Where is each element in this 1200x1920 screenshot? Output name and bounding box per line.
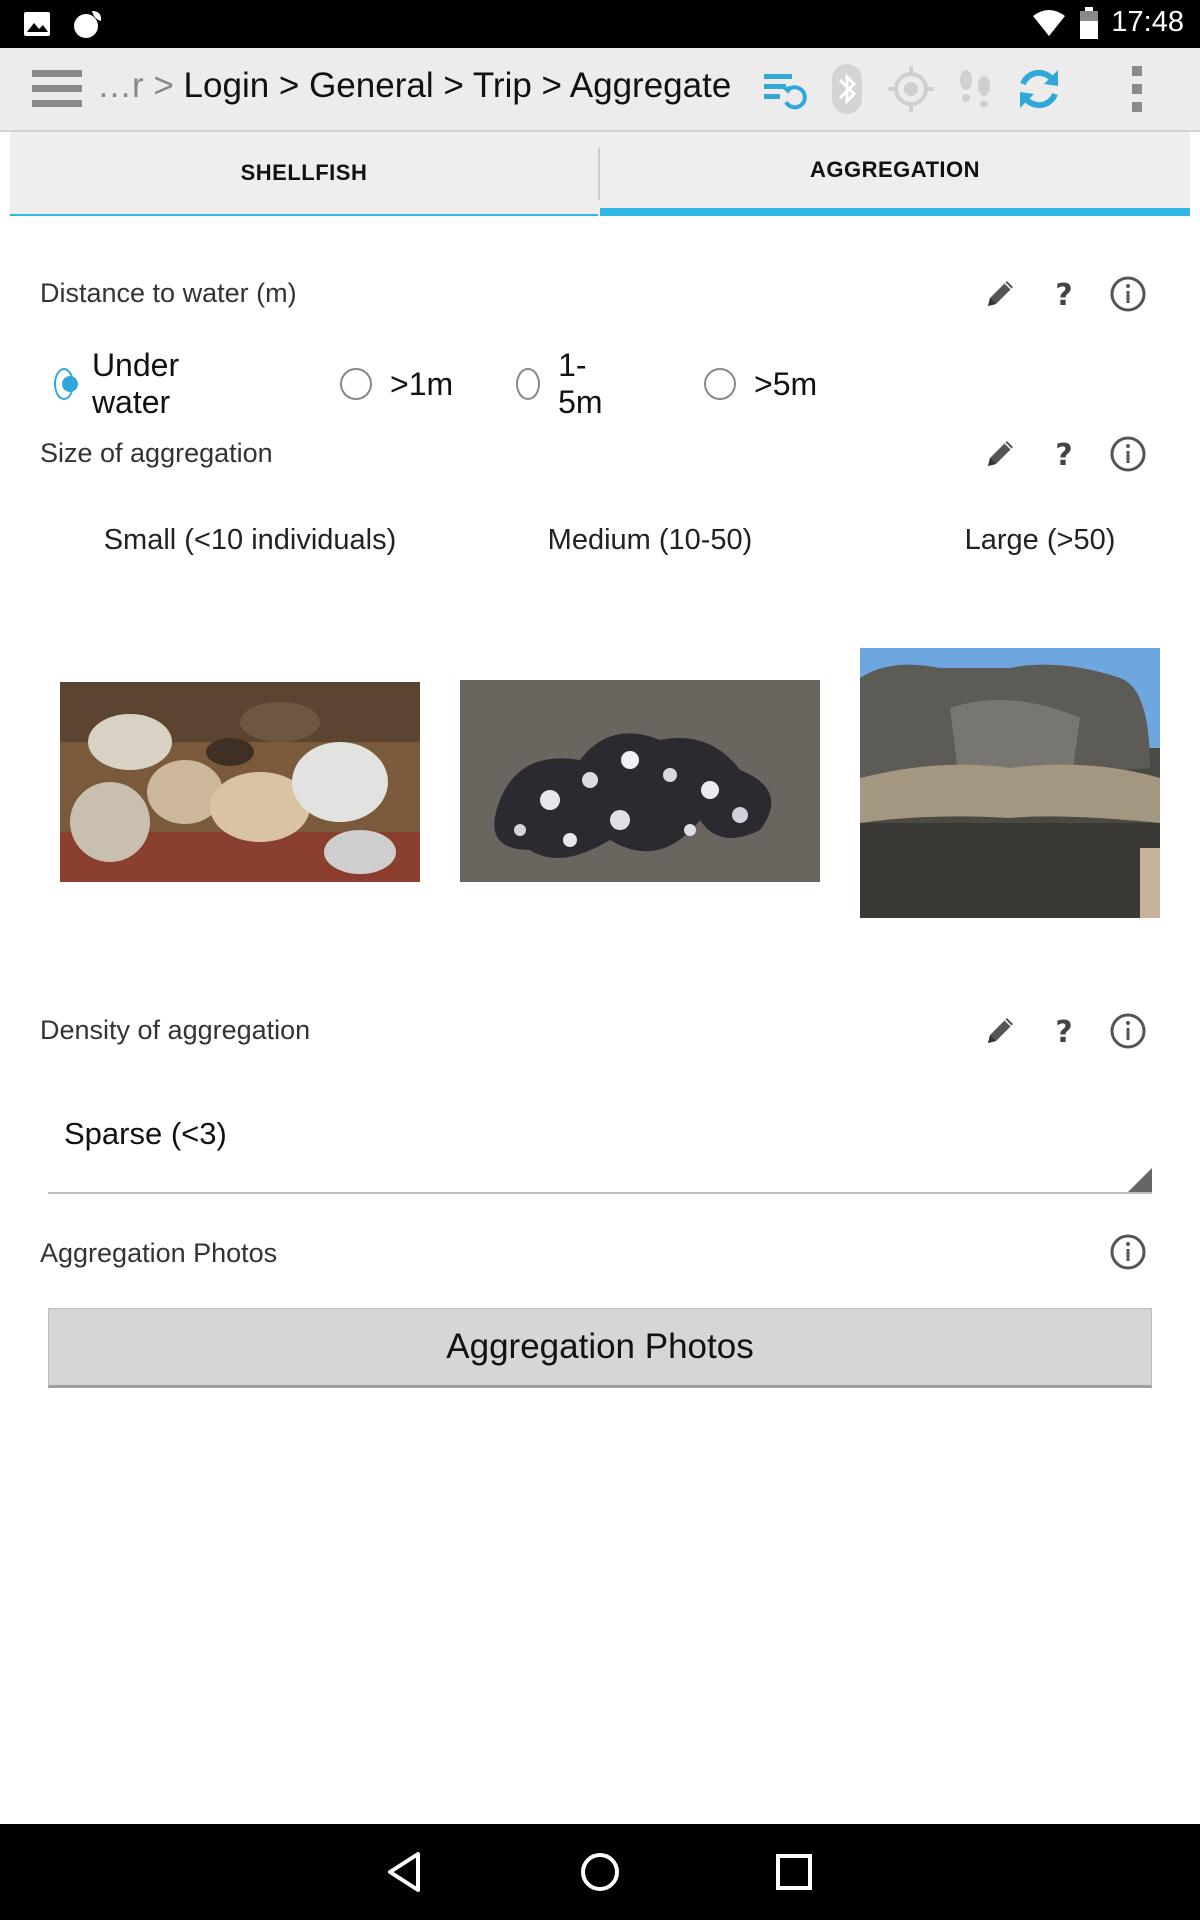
size-option-large[interactable]: Large (>50): [890, 524, 1190, 557]
help-icon[interactable]: ?: [1044, 274, 1084, 314]
breadcrumb-path: Login > General > Trip > Aggregate: [183, 66, 732, 105]
size-option-medium[interactable]: Medium (10-50): [460, 524, 840, 557]
size-label: Size of aggregation: [40, 438, 273, 468]
radio-label: 1-5m: [558, 347, 603, 420]
clock: 17:48: [1111, 6, 1184, 38]
wifi-icon: [1033, 9, 1066, 36]
image-icon: [24, 12, 50, 36]
toolbar: …r > Login > General > Trip > Aggregate: [0, 48, 1200, 132]
track-footsteps-icon[interactable]: [944, 58, 1006, 120]
density-selected-value: Sparse (<3): [64, 1116, 227, 1151]
overflow-menu-icon[interactable]: [1106, 58, 1168, 120]
bluetooth-icon[interactable]: [816, 58, 878, 120]
radio-under-water[interactable]: Under water: [54, 347, 191, 420]
radio-button[interactable]: [516, 368, 541, 400]
info-icon[interactable]: [1108, 1232, 1148, 1272]
density-label: Density of aggregation: [40, 1015, 311, 1045]
dropdown-corner-icon: [1128, 1168, 1152, 1192]
pencil-icon[interactable]: [980, 1011, 1020, 1051]
large-aggregation-photo[interactable]: [860, 648, 1160, 918]
aggregation-photos-button[interactable]: Aggregation Photos: [48, 1308, 1152, 1388]
info-icon[interactable]: [1108, 1011, 1148, 1051]
svg-text:?: ?: [1055, 278, 1072, 313]
radio-gt-5m[interactable]: >5m: [704, 354, 817, 414]
gps-icon[interactable]: [880, 58, 942, 120]
help-icon[interactable]: ?: [1044, 434, 1084, 474]
breadcrumb[interactable]: …r > Login > General > Trip > Aggregate: [97, 66, 731, 106]
distance-label: Distance to water (m): [40, 278, 297, 308]
pencil-icon[interactable]: [980, 274, 1020, 314]
help-icon[interactable]: ?: [1044, 1011, 1084, 1051]
svg-text:?: ?: [1055, 438, 1072, 473]
radio-button-checked[interactable]: [54, 368, 78, 400]
app-notify-icon: [74, 11, 102, 38]
svg-text:?: ?: [1055, 1015, 1072, 1050]
navigation-bar: [0, 1824, 1200, 1920]
back-icon[interactable]: [384, 1850, 428, 1894]
radio-label: Under water: [91, 347, 180, 420]
small-aggregation-photo[interactable]: [60, 682, 420, 882]
density-dropdown[interactable]: Sparse (<3): [48, 1080, 1152, 1194]
recents-icon[interactable]: [774, 1852, 814, 1892]
tab-shellfish[interactable]: SHELLFISH: [10, 132, 598, 216]
radio-label: >5m: [754, 365, 818, 402]
radio-button[interactable]: [704, 368, 736, 400]
radio-1-5m[interactable]: 1-5m: [516, 347, 610, 420]
medium-aggregation-photo[interactable]: [460, 680, 820, 882]
home-icon[interactable]: [578, 1850, 622, 1894]
tab-aggregation[interactable]: AGGREGATION: [600, 132, 1190, 216]
status-bar: 17:48: [0, 0, 1200, 48]
radio-button[interactable]: [340, 368, 372, 400]
battery-icon: [1080, 6, 1099, 39]
form-content: Distance to water (m) ? Under water >1m …: [10, 216, 1190, 1824]
radio-gt-1m[interactable]: >1m: [340, 354, 453, 414]
size-option-small[interactable]: Small (<10 individuals): [60, 524, 440, 557]
photos-label: Aggregation Photos: [40, 1238, 278, 1268]
info-icon[interactable]: [1108, 274, 1148, 314]
info-icon[interactable]: [1108, 434, 1148, 474]
tab-bar: SHELLFISH AGGREGATION: [10, 132, 1190, 216]
breadcrumb-prefix: …r >: [97, 66, 184, 105]
menu-icon[interactable]: [32, 70, 82, 110]
radio-label: >1m: [390, 365, 454, 402]
pencil-icon[interactable]: [980, 434, 1020, 474]
refresh-icon[interactable]: [1008, 58, 1070, 120]
sync-list-icon[interactable]: [752, 58, 814, 120]
